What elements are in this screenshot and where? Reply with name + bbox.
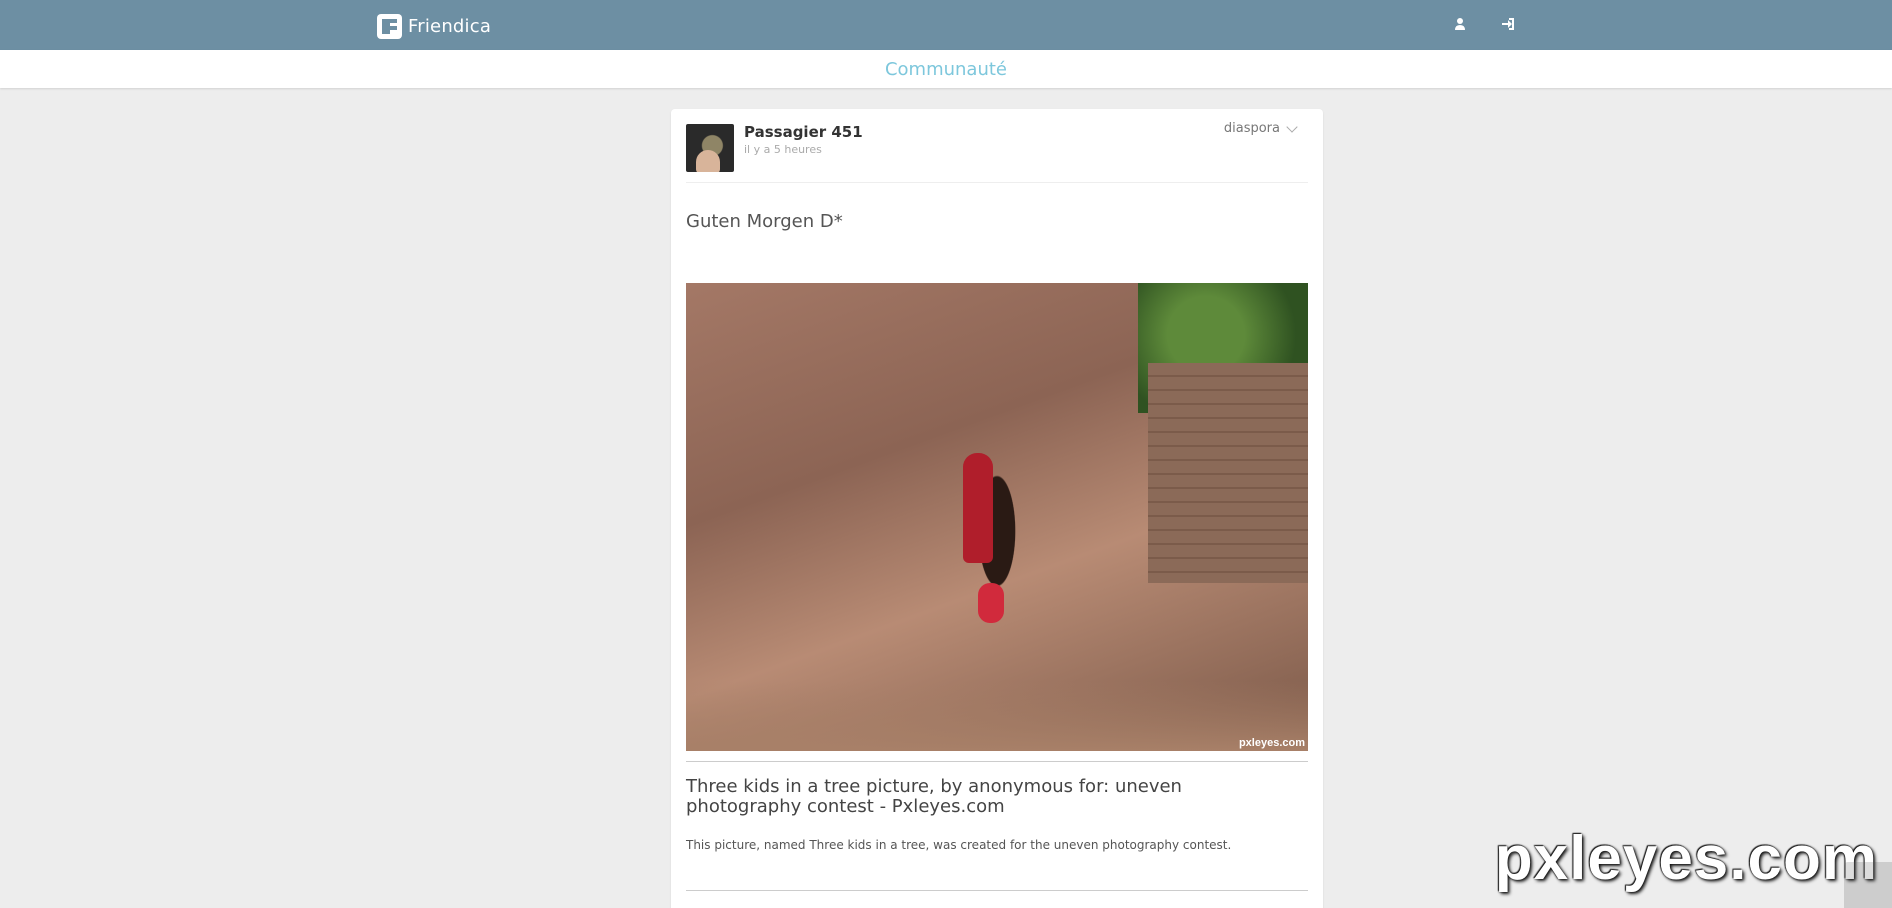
sign-in-icon bbox=[1502, 18, 1514, 30]
page-title: Communauté bbox=[884, 58, 1008, 80]
image-figure bbox=[978, 583, 1004, 623]
chevron-down-icon bbox=[1286, 120, 1298, 133]
overlay-watermark: pxleyes.com bbox=[1494, 824, 1878, 893]
login-button[interactable] bbox=[1499, 15, 1517, 33]
image-watermark: pxleyes.com bbox=[1238, 737, 1305, 749]
avatar[interactable] bbox=[686, 124, 734, 172]
brand-name: Friendica bbox=[408, 15, 492, 37]
divider bbox=[686, 761, 1308, 762]
divider bbox=[686, 890, 1308, 891]
friendica-logo-icon bbox=[377, 13, 402, 39]
post-timestamp[interactable]: il y a 5 heures bbox=[744, 143, 822, 156]
register-button[interactable] bbox=[1451, 15, 1469, 33]
post-card: Passagier 451 il y a 5 heures diaspora G… bbox=[671, 109, 1323, 908]
image-figure bbox=[963, 453, 993, 563]
section-header: Communauté bbox=[0, 50, 1892, 88]
post-body: Guten Morgen D* bbox=[686, 211, 843, 232]
scroll-to-top-button[interactable] bbox=[1844, 862, 1892, 908]
link-preview-description: This picture, named Three kids in a tree… bbox=[686, 838, 1232, 852]
user-plus-icon bbox=[1455, 18, 1465, 30]
post-author[interactable]: Passagier 451 bbox=[744, 123, 863, 141]
top-navbar: Friendica bbox=[0, 0, 1892, 50]
network-label: diaspora bbox=[1223, 121, 1280, 136]
image-wall bbox=[1148, 363, 1308, 583]
brand-link[interactable]: Friendica bbox=[377, 13, 491, 39]
link-preview-title[interactable]: Three kids in a tree picture, by anonymo… bbox=[686, 777, 1296, 817]
post-image[interactable]: pxleyes.com bbox=[686, 283, 1308, 751]
network-dropdown[interactable]: diaspora bbox=[1223, 120, 1298, 136]
divider bbox=[686, 182, 1308, 183]
image-ground bbox=[686, 681, 1308, 751]
